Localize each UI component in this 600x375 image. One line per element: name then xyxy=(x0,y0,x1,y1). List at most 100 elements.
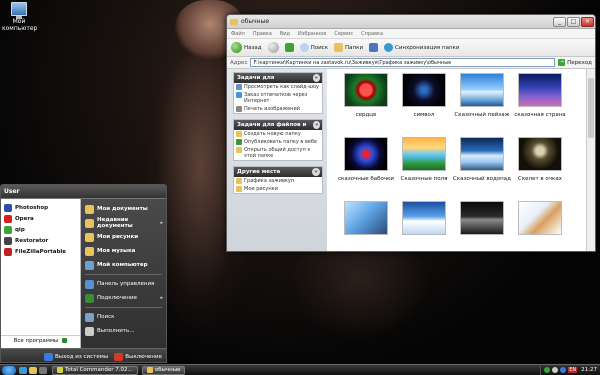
forward-button[interactable] xyxy=(267,42,279,53)
volume-icon[interactable] xyxy=(552,367,559,373)
search-button[interactable]: Поиск xyxy=(299,43,328,52)
back-button[interactable]: Назад xyxy=(231,42,262,53)
menu-item[interactable]: Вид xyxy=(280,31,290,37)
task-link[interactable]: Опубликовать папку в вебе xyxy=(234,138,322,146)
collapse-chevron-icon[interactable]: « xyxy=(312,74,320,82)
quicklaunch-desktop-icon[interactable] xyxy=(39,366,47,374)
close-button[interactable]: × xyxy=(581,16,594,27)
all-programs-button[interactable]: Все программы xyxy=(1,335,80,345)
minimize-button[interactable]: _ xyxy=(553,16,566,27)
menu-item[interactable]: Избранное xyxy=(298,31,326,37)
task-icon xyxy=(236,147,242,153)
file-thumbnail-item[interactable] xyxy=(337,201,395,251)
start-menu-place[interactable]: Подключение ▸ xyxy=(81,291,166,305)
submenu-arrow-icon: ▸ xyxy=(160,295,163,301)
toolbar: Назад Поиск Папки Синхронизация папки xyxy=(227,39,595,57)
pinned-program[interactable]: FileZillaPortable xyxy=(1,246,80,257)
tray-app-icon[interactable] xyxy=(560,367,567,373)
task-link[interactable]: Печать изображений xyxy=(234,105,322,113)
task-panel-title: Задачи для файлов и папок xyxy=(237,122,307,138)
menu-item[interactable]: Файл xyxy=(231,31,245,37)
collapse-chevron-icon[interactable]: « xyxy=(313,121,320,129)
file-thumbnail-item[interactable]: сказочная страна xyxy=(511,73,569,137)
sync-button[interactable]: Синхронизация папки xyxy=(384,43,459,52)
quicklaunch-ie-icon[interactable] xyxy=(19,366,27,374)
start-menu-place[interactable]: Поиск xyxy=(81,310,166,324)
start-menu-place[interactable]: Мои рисунки xyxy=(81,230,166,244)
program-label: FileZillaPortable xyxy=(15,248,67,255)
computer-icon xyxy=(11,2,27,19)
file-thumbnail-item[interactable] xyxy=(511,201,569,251)
menu-item[interactable]: Справка xyxy=(361,31,383,37)
file-thumbnail-item[interactable]: Сказочные поля xyxy=(395,137,453,201)
forward-arrow-icon xyxy=(267,42,279,53)
start-menu-place[interactable]: Недавние документы ▸ xyxy=(81,216,166,230)
file-view: сердце символ Сказочный пейзаж сказочная ст… xyxy=(327,69,595,251)
network-icon[interactable] xyxy=(544,367,551,373)
task-panel-title: Задачи для изображени xyxy=(237,75,277,91)
menu-item[interactable]: Правка xyxy=(253,31,272,37)
task-panel-header[interactable]: Задачи для изображени « xyxy=(234,73,322,91)
title-bar[interactable]: обычные _ □ × xyxy=(227,15,595,29)
start-menu-place[interactable]: Выполнить... xyxy=(81,324,166,338)
pinned-program[interactable]: qip xyxy=(1,224,80,235)
language-indicator[interactable]: EN xyxy=(568,367,578,373)
shutdown-button[interactable]: Выключение xyxy=(114,352,162,361)
start-button[interactable] xyxy=(2,365,16,375)
task-link-label: Создать новую папку xyxy=(244,131,301,137)
menu-item[interactable]: Сервис xyxy=(334,31,353,37)
task-icon xyxy=(236,92,242,98)
program-icon xyxy=(4,214,12,223)
up-arrow-icon xyxy=(284,43,294,52)
desktop-icon-my-computer[interactable]: Мой компьютер xyxy=(2,2,37,32)
maximize-button[interactable]: □ xyxy=(567,16,580,27)
start-menu-place[interactable]: Панель управления xyxy=(81,277,166,291)
vertical-scrollbar[interactable] xyxy=(586,69,595,251)
task-panel-header[interactable]: Другие места « xyxy=(234,167,322,177)
task-panel-header[interactable]: Задачи для файлов и папок « xyxy=(234,120,322,138)
start-menu-place[interactable]: Моя музыка xyxy=(81,244,166,258)
file-thumbnail-item[interactable]: Сказочный водопад xyxy=(453,137,511,201)
separator xyxy=(85,307,162,308)
address-input[interactable] xyxy=(250,58,556,67)
all-programs-label: Все программы xyxy=(13,337,59,344)
task-link[interactable]: Открыть общий доступ к этой папке xyxy=(234,146,322,160)
program-label: Photoshop xyxy=(15,204,49,211)
task-link[interactable]: Заказ отпечатков через Интернет xyxy=(234,91,322,105)
task-link[interactable]: Просмотреть как слайд-шоу xyxy=(234,83,322,91)
folder-icon xyxy=(230,18,238,25)
place-icon xyxy=(85,260,94,270)
pinned-program[interactable]: Photoshop xyxy=(1,202,80,213)
program-icon xyxy=(4,225,12,234)
task-link[interactable]: Мои рисунки xyxy=(234,185,322,193)
views-button[interactable] xyxy=(369,43,379,52)
file-thumbnail-item[interactable]: сказочные бабочки xyxy=(337,137,395,201)
pinned-program[interactable]: Restorator xyxy=(1,235,80,246)
go-button[interactable]: → Переход xyxy=(558,59,592,66)
pinned-program[interactable]: Opera xyxy=(1,213,80,224)
file-thumbnail-item[interactable] xyxy=(395,201,453,251)
task-link[interactable]: Графика заживкуп xyxy=(234,177,322,185)
file-thumbnail-item[interactable]: сердце xyxy=(337,73,395,137)
taskbar-button-label: обычные xyxy=(154,367,181,373)
file-name: сказочная страна xyxy=(514,112,566,118)
file-thumbnail-item[interactable]: Скелет в очках xyxy=(511,137,569,201)
start-menu-place[interactable]: Мои документы xyxy=(81,202,166,216)
image-thumbnail xyxy=(344,201,388,235)
file-thumbnail-item[interactable] xyxy=(453,201,511,251)
taskbar-button[interactable]: обычные xyxy=(141,365,186,375)
collapse-chevron-icon[interactable]: « xyxy=(312,168,320,176)
folders-button[interactable]: Папки xyxy=(334,43,363,52)
start-menu-user: User xyxy=(1,185,166,199)
up-button[interactable] xyxy=(284,43,294,52)
file-name: Скелет в очках xyxy=(518,176,562,182)
program-label: Restorator xyxy=(15,237,49,244)
image-thumbnail xyxy=(344,73,388,107)
logoff-button[interactable]: Выход из системы xyxy=(43,352,108,361)
start-menu-place[interactable]: Мой компьютер xyxy=(81,258,166,272)
taskbar-button[interactable]: Total Commander 7.02... xyxy=(52,365,138,375)
file-thumbnail-item[interactable]: символ xyxy=(395,73,453,137)
task-link[interactable]: Создать новую папку xyxy=(234,130,322,138)
quicklaunch-folder-icon[interactable] xyxy=(29,366,37,374)
file-thumbnail-item[interactable]: Сказочный пейзаж xyxy=(453,73,511,137)
